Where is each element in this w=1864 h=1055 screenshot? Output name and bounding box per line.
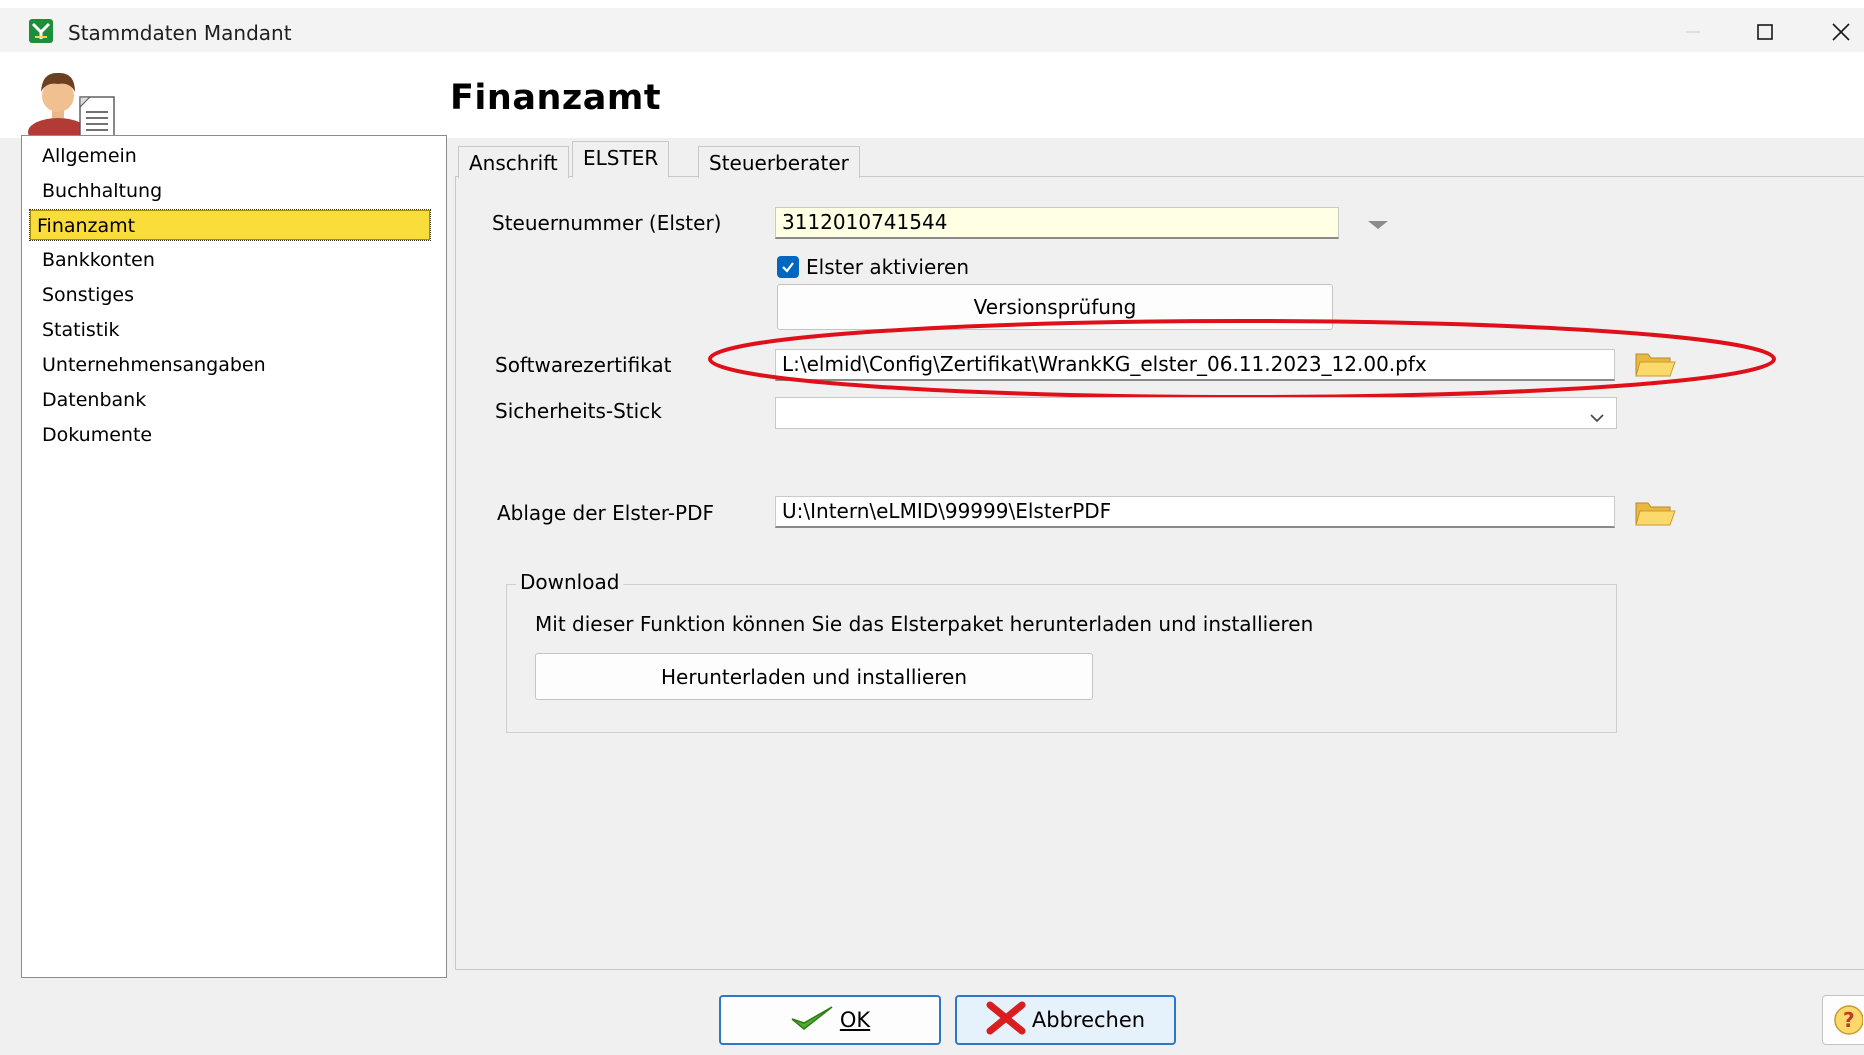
dropdown-arrow-icon[interactable] (1366, 214, 1390, 230)
close-icon[interactable] (1818, 12, 1864, 52)
tab-elster[interactable]: ELSTER (572, 141, 670, 178)
minimize-icon[interactable] (1670, 12, 1716, 52)
checkmark-icon (790, 1003, 834, 1038)
steuernummer-input[interactable]: 3112010741544 (775, 207, 1339, 239)
download-description: Mit dieser Funktion können Sie das Elste… (535, 612, 1314, 636)
sicherheitsstick-select[interactable] (775, 397, 1617, 429)
cross-icon (986, 1001, 1026, 1040)
chevron-down-icon[interactable] (1588, 406, 1606, 423)
steuernummer-label: Steuernummer (Elster) (492, 211, 722, 235)
folder-open-icon[interactable] (1634, 499, 1676, 529)
client-document-icon (18, 60, 118, 146)
sidebar-item-finanzamt[interactable]: Finanzamt (29, 209, 431, 241)
sidebar-item-sonstiges[interactable]: Sonstiges (36, 280, 140, 310)
sidebar-item-dokumente[interactable]: Dokumente (36, 420, 158, 450)
sidebar-item-unternehmensangaben[interactable]: Unternehmensangaben (36, 350, 272, 380)
page-title: Finanzamt (450, 78, 662, 118)
help-button[interactable]: ? (1822, 995, 1864, 1045)
svg-text:?: ? (1843, 1008, 1855, 1032)
elster-aktivieren-label: Elster aktivieren (806, 255, 970, 279)
window-title: Stammdaten Mandant (68, 21, 292, 45)
ok-button[interactable]: OK (719, 995, 941, 1045)
sidebar-item-buchhaltung[interactable]: Buchhaltung (36, 176, 168, 206)
sidebar-item-bankkonten[interactable]: Bankkonten (36, 245, 161, 275)
herunterladen-button[interactable]: Herunterladen und installieren (535, 653, 1093, 700)
cancel-label: Abbrechen (1031, 1008, 1146, 1032)
help-icon: ? (1834, 1005, 1864, 1035)
header (0, 52, 1864, 138)
sidebar-item-datenbank[interactable]: Datenbank (36, 385, 152, 415)
softwarezertifikat-label: Softwarezertifikat (495, 353, 672, 377)
maximize-icon[interactable] (1742, 12, 1788, 52)
tab-steuerberater[interactable]: Steuerberater (698, 146, 860, 178)
highlight-ellipse (708, 319, 1776, 399)
ok-label: OK (839, 1008, 871, 1032)
sicherheitsstick-label: Sicherheits-Stick (495, 399, 662, 423)
app-icon (28, 18, 54, 44)
tab-anschrift[interactable]: Anschrift (458, 146, 569, 178)
sidebar-item-allgemein[interactable]: Allgemein (36, 141, 143, 171)
sidebar-item-statistik[interactable]: Statistik (36, 315, 126, 345)
sidebar: Allgemein Buchhaltung Finanzamt Bankkont… (21, 135, 447, 978)
elster-aktivieren-checkbox[interactable] (777, 256, 799, 278)
ablage-input[interactable]: U:\Intern\eLMID\99999\ElsterPDF (775, 496, 1615, 528)
ablage-label: Ablage der Elster-PDF (497, 501, 715, 525)
download-group-title: Download (516, 570, 624, 594)
cancel-button[interactable]: Abbrechen (955, 995, 1176, 1045)
